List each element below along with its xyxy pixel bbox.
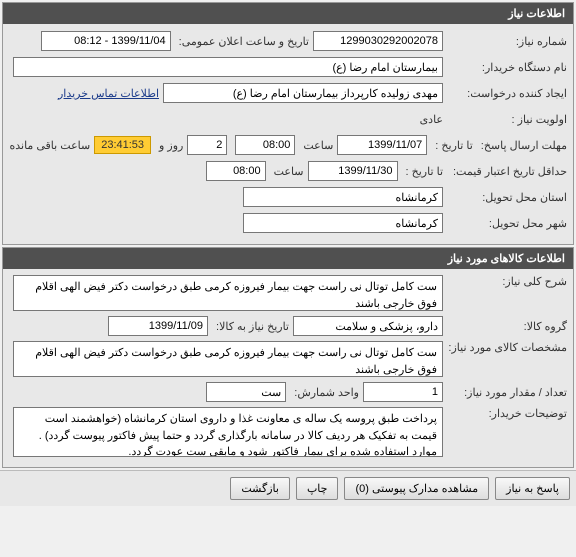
min-validity-time-field[interactable] <box>206 161 266 181</box>
deadline-time-field[interactable] <box>235 135 295 155</box>
days-label: روز و <box>155 139 183 152</box>
days-field[interactable] <box>187 135 227 155</box>
countdown-badge: 23:41:53 <box>94 136 151 154</box>
desc-label: شرح کلی نیاز: <box>447 275 567 288</box>
min-validity-date-field[interactable] <box>308 161 398 181</box>
goods-info-header: اطلاعات کالاهای مورد نیاز <box>3 248 573 269</box>
spec-field[interactable] <box>13 341 443 377</box>
goods-info-panel: اطلاعات کالاهای مورد نیاز شرح کلی نیاز: … <box>2 247 574 468</box>
announce-label: تاریخ و ساعت اعلان عمومی: <box>175 35 309 48</box>
remain-label: ساعت باقی مانده <box>5 139 90 152</box>
notes-field[interactable] <box>13 407 443 457</box>
priority-value: عادی <box>416 113 443 126</box>
delivery-province-field[interactable] <box>243 187 443 207</box>
need-to-date-field[interactable] <box>108 316 208 336</box>
org-field[interactable] <box>13 57 443 77</box>
need-to-date-label: تاریخ نیاز به کالا: <box>212 320 289 333</box>
respond-button[interactable]: پاسخ به نیاز <box>495 477 570 500</box>
creator-label: ایجاد کننده درخواست: <box>447 87 567 100</box>
contact-link[interactable]: اطلاعات تماس خریدار <box>58 87 159 100</box>
attachments-button[interactable]: مشاهده مدارک پیوستی (0) <box>344 477 489 500</box>
deadline-label: مهلت ارسال پاسخ: <box>477 139 567 152</box>
desc-field[interactable] <box>13 275 443 311</box>
min-validity-label: حداقل تاریخ اعتبار قیمت: <box>447 165 567 178</box>
announce-field[interactable] <box>41 31 171 51</box>
print-button[interactable]: چاپ <box>296 477 339 500</box>
button-bar: پاسخ به نیاز مشاهده مدارک پیوستی (0) چاپ… <box>0 470 576 506</box>
time-label-2: ساعت <box>270 165 304 178</box>
delivery-city-field[interactable] <box>243 213 443 233</box>
delivery-city-label: شهر محل تحویل: <box>447 217 567 230</box>
need-info-body: شماره نیاز: تاریخ و ساعت اعلان عمومی: نا… <box>3 24 573 244</box>
unit-field[interactable] <box>206 382 286 402</box>
qty-label: تعداد / مقدار مورد نیاز: <box>447 386 567 399</box>
time-label-1: ساعت <box>299 139 333 152</box>
back-button[interactable]: بازگشت <box>230 477 290 500</box>
priority-label: اولویت نیاز : <box>447 113 567 126</box>
delivery-province-label: استان محل تحویل: <box>447 191 567 204</box>
to-date-label: تا تاریخ : <box>431 139 472 152</box>
group-label: گروه کالا: <box>447 320 567 333</box>
need-info-header: اطلاعات نیاز <box>3 3 573 24</box>
qty-field[interactable] <box>363 382 443 402</box>
deadline-date-field[interactable] <box>337 135 427 155</box>
need-number-label: شماره نیاز: <box>447 35 567 48</box>
spec-label: مشخصات کالای مورد نیاز: <box>447 341 567 354</box>
need-number-field[interactable] <box>313 31 443 51</box>
need-info-panel: اطلاعات نیاز شماره نیاز: تاریخ و ساعت اع… <box>2 2 574 245</box>
to-date-label-2: تا تاریخ : <box>402 165 443 178</box>
notes-label: توضیحات خریدار: <box>447 407 567 420</box>
creator-field[interactable] <box>163 83 443 103</box>
unit-label: واحد شمارش: <box>290 386 359 399</box>
goods-info-body: شرح کلی نیاز: گروه کالا: تاریخ نیاز به ک… <box>3 269 573 467</box>
group-field[interactable] <box>293 316 443 336</box>
org-label: نام دستگاه خریدار: <box>447 61 567 74</box>
